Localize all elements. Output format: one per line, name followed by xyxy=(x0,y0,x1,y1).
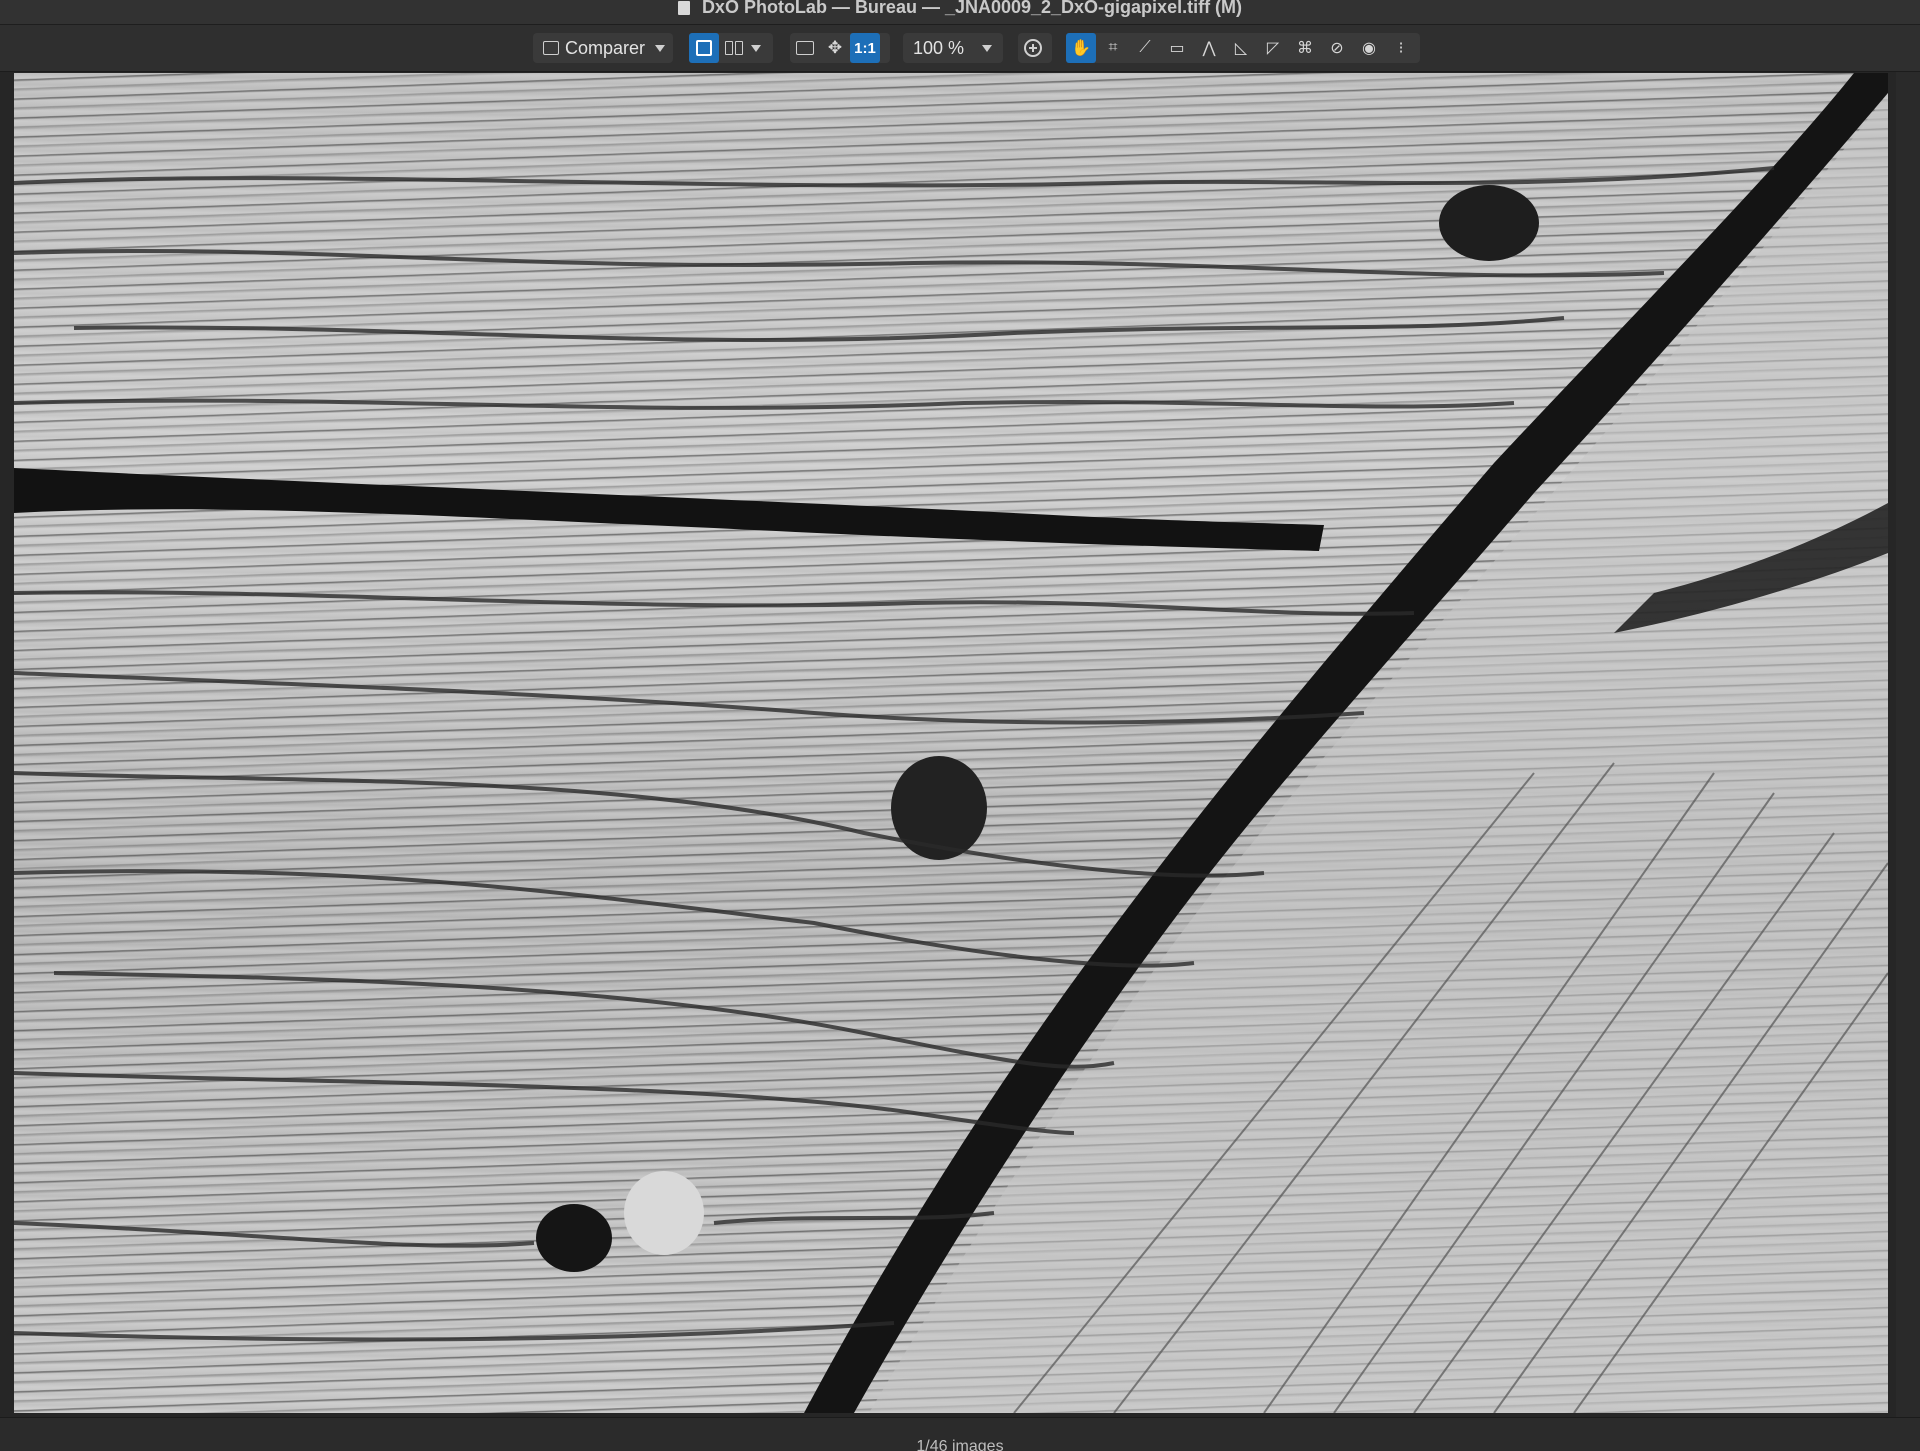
move-button[interactable]: ✥ xyxy=(820,33,850,63)
document-icon xyxy=(677,1,690,15)
viewer-toolbar: Comparer ✥ 1:1 100 % ✋ ⌗ ⟋ ▭ ⋀ ◺ ◸ ⌘ ⊘ ◉… xyxy=(0,25,1920,72)
tools-group: ✋ ⌗ ⟋ ▭ ⋀ ◺ ◸ ⌘ ⊘ ◉ ⁝ xyxy=(1066,33,1420,63)
one-to-one-label: 1:1 xyxy=(854,39,876,57)
split-view-button[interactable] xyxy=(719,33,749,63)
transform-icon: ⌘ xyxy=(1297,40,1313,57)
fit-screen-icon xyxy=(796,41,814,55)
preview-eye-icon: ◉ xyxy=(1362,40,1376,57)
one-to-one-button[interactable]: 1:1 xyxy=(850,33,880,63)
chevron-down-icon[interactable] xyxy=(655,44,666,52)
perspective-button[interactable]: ⋀ xyxy=(1194,33,1224,63)
move-arrows-icon: ✥ xyxy=(827,38,843,57)
single-view-button[interactable] xyxy=(689,33,719,63)
eyedropper-button[interactable]: ⟋ xyxy=(1130,33,1160,63)
preview-eye-button[interactable]: ◉ xyxy=(1354,33,1384,63)
photo-shapes xyxy=(14,73,1888,1413)
fit-to-screen-button[interactable] xyxy=(790,33,820,63)
horizon-button[interactable]: ▭ xyxy=(1162,33,1192,63)
crop-button[interactable]: ⌗ xyxy=(1098,33,1128,63)
local-adjustments-icon: ◸ xyxy=(1266,40,1280,57)
single-view-icon xyxy=(696,40,712,56)
perspective-icon: ⋀ xyxy=(1202,40,1216,57)
repair-icon: ⊘ xyxy=(1330,40,1344,57)
hand-tool-icon: ✋ xyxy=(1071,40,1091,57)
grid-guides-icon: ⁝ xyxy=(1398,40,1404,57)
image-viewer[interactable] xyxy=(0,72,1920,1417)
crop-icon: ⌗ xyxy=(1108,39,1118,56)
compare-button[interactable]: Comparer xyxy=(533,33,673,63)
view-mode-group xyxy=(689,33,773,63)
zoom-value: 100 % xyxy=(913,37,965,58)
zoom-in-icon xyxy=(1024,39,1042,57)
eyedropper-icon: ⟋ xyxy=(1139,39,1151,56)
transform-button[interactable]: ⌘ xyxy=(1290,33,1320,63)
right-panel-edge[interactable] xyxy=(1896,72,1920,1417)
repair-button[interactable]: ⊘ xyxy=(1322,33,1352,63)
volume-deformation-button[interactable]: ◺ xyxy=(1226,33,1256,63)
grid-guides-button[interactable]: ⁝ xyxy=(1386,33,1416,63)
compare-icon xyxy=(543,41,559,55)
chevron-down-icon[interactable] xyxy=(751,44,761,52)
split-view-icon xyxy=(725,41,743,55)
photo-wooden-planks xyxy=(14,73,1888,1413)
navigation-group: ✥ 1:1 xyxy=(790,33,890,63)
title-bar: DxO PhotoLab — Bureau — _JNA0009_2_DxO-g… xyxy=(0,0,1920,25)
zoom-in-group xyxy=(1018,33,1052,63)
image-count: 1/46 images xyxy=(916,1438,1004,1451)
window-title: DxO PhotoLab — Bureau — _JNA0009_2_DxO-g… xyxy=(701,0,1243,17)
local-adjustments-button[interactable]: ◸ xyxy=(1258,33,1288,63)
volume-deformation-icon: ◺ xyxy=(1234,40,1248,57)
status-bar: 1/46 images xyxy=(0,1417,1920,1451)
zoom-select[interactable]: 100 % xyxy=(903,33,1003,63)
chevron-down-icon[interactable] xyxy=(982,44,993,52)
zoom-in-button[interactable] xyxy=(1018,33,1048,63)
photolab-window: DxO PhotoLab — Bureau — _JNA0009_2_DxO-g… xyxy=(0,0,1920,1451)
hand-tool-button[interactable]: ✋ xyxy=(1066,33,1096,63)
compare-label: Comparer xyxy=(565,37,646,58)
horizon-icon: ▭ xyxy=(1169,40,1185,57)
